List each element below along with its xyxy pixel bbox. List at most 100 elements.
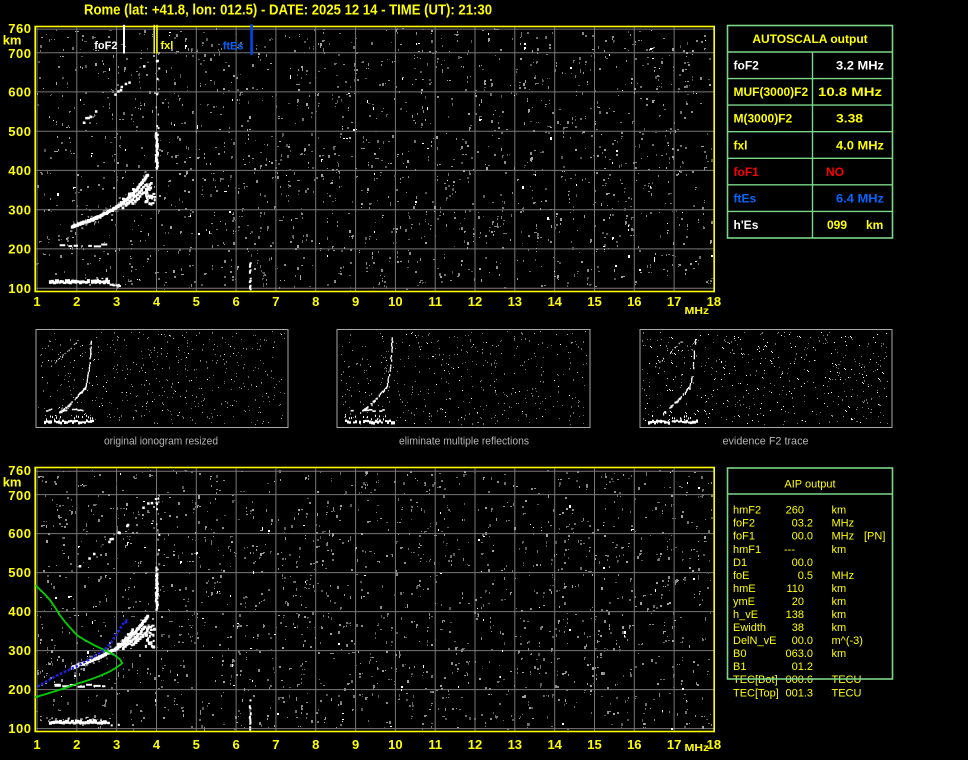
svg-text:ymE: ymE <box>733 596 755 608</box>
svg-text:MHz: MHz <box>832 518 855 530</box>
svg-text:300: 300 <box>8 202 31 217</box>
svg-text:km: km <box>832 622 847 634</box>
svg-text:3: 3 <box>113 737 120 752</box>
svg-text:ftEs: ftEs <box>223 41 244 53</box>
svg-text:400: 400 <box>8 604 31 619</box>
svg-text:hmF1: hmF1 <box>733 544 761 556</box>
svg-text:10: 10 <box>388 737 402 752</box>
svg-text:00.0: 00.0 <box>792 635 813 647</box>
svg-text:TEC[Top]: TEC[Top] <box>733 687 779 699</box>
svg-text:01.2: 01.2 <box>792 661 813 673</box>
svg-text:100: 100 <box>8 281 31 296</box>
svg-text:13: 13 <box>508 737 522 752</box>
svg-text:8: 8 <box>312 737 319 752</box>
svg-text:15: 15 <box>587 294 601 309</box>
svg-text:DelN_vE: DelN_vE <box>733 635 776 647</box>
svg-text:4.0 MHz: 4.0 MHz <box>836 138 884 152</box>
svg-text:300: 300 <box>8 643 31 658</box>
svg-text:4: 4 <box>153 737 161 752</box>
svg-text:foE: foE <box>733 570 750 582</box>
svg-text:original ionogram resized: original ionogram resized <box>104 436 218 448</box>
svg-text:hmE: hmE <box>733 583 756 595</box>
svg-text:1: 1 <box>33 294 40 309</box>
svg-text:MHz: MHz <box>685 743 710 754</box>
svg-text:7: 7 <box>272 737 279 752</box>
svg-text:MHz: MHz <box>832 570 855 582</box>
svg-text:MHz: MHz <box>832 531 855 543</box>
svg-text:B0: B0 <box>733 648 746 660</box>
svg-text:099: 099 <box>827 218 847 232</box>
svg-text:TECU: TECU <box>832 687 862 699</box>
svg-text:15: 15 <box>587 737 601 752</box>
svg-text:500: 500 <box>8 124 31 139</box>
svg-text:200: 200 <box>8 682 31 697</box>
svg-text:eliminate multiple reflections: eliminate multiple reflections <box>399 436 529 448</box>
svg-text:260: 260 <box>786 505 804 517</box>
svg-text:17: 17 <box>667 294 681 309</box>
svg-text:2: 2 <box>73 737 80 752</box>
svg-text:km: km <box>832 583 847 595</box>
svg-text:TEC[Bot]: TEC[Bot] <box>733 674 778 686</box>
svg-text:foF1: foF1 <box>733 531 755 543</box>
svg-text:600: 600 <box>8 85 31 100</box>
svg-text:14: 14 <box>547 737 562 752</box>
svg-text:063.0: 063.0 <box>785 648 813 660</box>
svg-text:13: 13 <box>508 294 522 309</box>
svg-text:3.2 MHz: 3.2 MHz <box>836 59 884 73</box>
svg-text:03.2: 03.2 <box>792 518 813 530</box>
svg-text:100: 100 <box>8 721 31 736</box>
svg-text:Rome (lat: +41.8, lon: 012.5): Rome (lat: +41.8, lon: 012.5) - DATE: 20… <box>84 2 492 19</box>
svg-text:km: km <box>832 609 847 621</box>
svg-text:2: 2 <box>73 294 80 309</box>
svg-text:001.3: 001.3 <box>785 687 813 699</box>
svg-text:3.38: 3.38 <box>836 112 863 126</box>
svg-text:B1: B1 <box>733 661 746 673</box>
svg-text:km: km <box>832 596 847 608</box>
svg-text:10.8 MHz: 10.8 MHz <box>818 85 882 99</box>
svg-text:D1: D1 <box>733 557 747 569</box>
svg-text:km: km <box>866 218 883 232</box>
svg-text:6.4 MHz: 6.4 MHz <box>836 192 884 206</box>
svg-text:AUTOSCALA output: AUTOSCALA output <box>752 32 867 46</box>
svg-text:6: 6 <box>232 294 239 309</box>
svg-text:3: 3 <box>113 294 120 309</box>
svg-text:17: 17 <box>667 737 681 752</box>
svg-text:km: km <box>832 505 847 517</box>
svg-text:AIP output: AIP output <box>784 479 835 491</box>
svg-text:000.6: 000.6 <box>785 674 813 686</box>
svg-text:20: 20 <box>792 596 804 608</box>
svg-text:500: 500 <box>8 565 31 580</box>
svg-text:km: km <box>3 474 22 489</box>
svg-text:10: 10 <box>388 294 402 309</box>
svg-text:M(3000)F2: M(3000)F2 <box>734 112 793 126</box>
svg-text:4: 4 <box>153 294 161 309</box>
svg-text:MUF(3000)F2: MUF(3000)F2 <box>734 85 809 99</box>
svg-text:110: 110 <box>786 583 804 595</box>
svg-text:h_vE: h_vE <box>733 609 758 621</box>
svg-text:200: 200 <box>8 242 31 257</box>
svg-text:foF2: foF2 <box>94 40 117 52</box>
svg-text:ftEs: ftEs <box>734 192 757 206</box>
svg-text:foF1: foF1 <box>734 165 760 179</box>
svg-text:700: 700 <box>8 46 31 61</box>
svg-text:38: 38 <box>792 622 804 634</box>
svg-text:5: 5 <box>193 737 200 752</box>
svg-text:9: 9 <box>352 737 359 752</box>
svg-text:foF2: foF2 <box>733 518 755 530</box>
svg-text:m^(-3): m^(-3) <box>832 635 863 647</box>
svg-text:00.0: 00.0 <box>792 557 813 569</box>
svg-text:400: 400 <box>8 163 31 178</box>
svg-text:---: --- <box>784 544 795 556</box>
svg-text:fxl: fxl <box>734 138 748 152</box>
svg-text:foF2: foF2 <box>734 59 760 73</box>
svg-text:hmF2: hmF2 <box>733 505 761 517</box>
svg-text:16: 16 <box>627 737 641 752</box>
svg-text:TECU: TECU <box>832 674 862 686</box>
svg-text:fxl: fxl <box>161 40 174 52</box>
svg-text:h'Es: h'Es <box>734 218 759 232</box>
svg-text:12: 12 <box>468 294 482 309</box>
svg-text:11: 11 <box>428 294 442 309</box>
svg-text:MHz: MHz <box>685 306 710 317</box>
svg-text:138: 138 <box>786 609 804 621</box>
svg-text:evidence F2 trace: evidence F2 trace <box>723 436 809 448</box>
